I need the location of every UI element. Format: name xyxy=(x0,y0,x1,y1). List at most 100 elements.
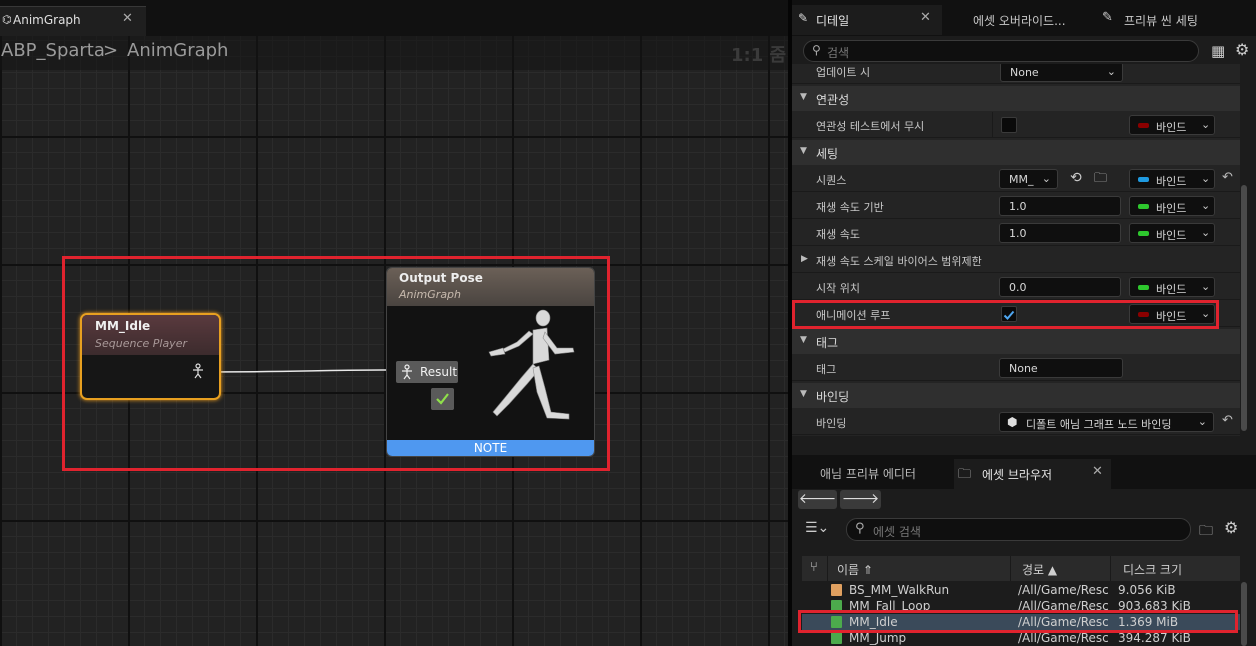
chevron-down-icon: ▼ xyxy=(800,389,807,399)
bind-dropdown[interactable]: 바인드 ⌄ xyxy=(1129,115,1215,135)
bind-dropdown[interactable]: 바인드 ⌄ xyxy=(1129,223,1215,243)
chevron-down-icon: ⌄ xyxy=(1201,199,1211,212)
column-path[interactable]: 경로 ▲ xyxy=(1022,561,1057,578)
asset-search-input[interactable]: ⚲ 에셋 검색 xyxy=(846,518,1191,541)
update-dropdown[interactable]: None ⌄ xyxy=(1000,64,1123,82)
loop-animation-checkbox[interactable] xyxy=(1001,306,1017,322)
source-tree-icon[interactable]: ⑂ xyxy=(810,560,818,575)
asset-path: /All/Game/Resc xyxy=(1018,631,1109,645)
tab-content-browser-label: 에셋 브라우저 xyxy=(982,468,1053,482)
anim-graph-panel: ⌬ AnimGraph ✕ ABP_Sparta > AnimGraph 1:1… xyxy=(0,0,788,646)
bind-label: 바인드 xyxy=(1156,283,1187,296)
asset-row[interactable]: MM_Fall_Loop /All/Game/Resc 903.683 KiB xyxy=(802,598,1240,614)
play-rate-field[interactable]: 1.0 xyxy=(999,223,1121,243)
bind-dropdown[interactable]: 바인드 ⌄ xyxy=(1129,196,1215,216)
asset-path: /All/Game/Resc xyxy=(1018,583,1109,597)
editor-window: ⌬ AnimGraph ✕ ABP_Sparta > AnimGraph 1:1… xyxy=(0,0,1256,646)
tab-anim-preview-editor[interactable]: 애님 프리뷰 에디터 xyxy=(820,465,916,482)
node-subtitle: AnimGraph xyxy=(399,288,462,301)
reset-arrow-icon[interactable]: ↶ xyxy=(1222,413,1233,428)
property-row: 재생 속도 1.0 바인드 ⌄ xyxy=(792,220,1240,246)
gear-icon[interactable]: ⚙ xyxy=(1235,40,1249,59)
tab-content-browser[interactable]: 🗀 에셋 브라우저 ✕ xyxy=(954,459,1111,489)
details-scrollbar[interactable] xyxy=(1241,185,1247,431)
details-search-input[interactable]: ⚲ 검색 xyxy=(803,40,1199,62)
ignore-relevancy-checkbox[interactable] xyxy=(1001,117,1017,133)
sort-icon: ⇑ xyxy=(862,563,873,577)
column-name[interactable]: 이름 ⇑ xyxy=(837,561,873,578)
tab-animgraph[interactable]: ⌬ AnimGraph ✕ xyxy=(0,6,146,36)
category-settings[interactable]: ▼ 세팅 xyxy=(792,140,1240,165)
pose-pin-icon[interactable] xyxy=(190,363,206,379)
column-divider xyxy=(1110,556,1111,581)
bind-dropdown[interactable]: 바인드 ⌄ xyxy=(1129,277,1215,297)
node-title: Output Pose xyxy=(399,271,483,285)
asset-scrollbar[interactable] xyxy=(1241,582,1247,646)
asset-tab-bar: 애님 프리뷰 에디터 🗀 에셋 브라우저 ✕ xyxy=(792,455,1256,489)
chevron-down-icon: ▼ xyxy=(800,146,807,156)
property-name: 애니메이션 루프 xyxy=(816,309,891,322)
graph-icon: ⌬ xyxy=(2,13,12,26)
property-row: 태그 None xyxy=(792,355,1240,381)
chevron-down-icon: ⌄ xyxy=(1201,172,1211,185)
bind-color-dot xyxy=(1138,312,1149,317)
asset-row[interactable]: BS_MM_WalkRun /All/Game/Resc 9.056 KiB xyxy=(802,582,1240,598)
tab-preview-scene[interactable]: ✎ 프리뷰 씬 세팅 xyxy=(1102,5,1252,35)
use-selected-icon[interactable]: ⟲ xyxy=(1070,170,1082,186)
node-subtitle: Sequence Player xyxy=(95,337,187,350)
browse-folder-icon[interactable]: 🗀 xyxy=(1094,169,1107,191)
folder-icon[interactable]: 🗀 xyxy=(1199,520,1213,544)
close-icon[interactable]: ✕ xyxy=(1092,464,1103,479)
node-title: MM_Idle xyxy=(95,319,151,333)
breadcrumb-root[interactable]: ABP_Sparta xyxy=(1,40,105,61)
breadcrumb: ABP_Sparta > AnimGraph 1:1 줌 xyxy=(0,36,788,70)
tab-details[interactable]: ✎ 디테일 ✕ xyxy=(792,5,942,35)
sort-icon: ▲ xyxy=(1047,563,1058,577)
category-binding[interactable]: ▼ 바인딩 xyxy=(792,383,1240,408)
output-pose-node[interactable]: Output Pose AnimGraph Result NOTE xyxy=(386,267,595,457)
chevron-right-icon[interactable]: ▶ xyxy=(801,254,808,264)
property-row: 시작 위치 0.0 바인드 ⌄ xyxy=(792,274,1240,300)
breadcrumb-current[interactable]: AnimGraph xyxy=(127,40,228,61)
breadcrumb-separator: > xyxy=(103,40,119,61)
tab-details-label: 디테일 xyxy=(816,14,850,28)
category-label: 세팅 xyxy=(816,147,839,161)
asset-row[interactable]: MM_Jump /All/Game/Resc 394.287 KiB xyxy=(802,630,1240,646)
forward-button[interactable]: 🡒 xyxy=(840,490,881,509)
binding-type-dropdown[interactable]: ⬢ 디폴트 애님 그래프 노드 바인딩 ⌄ xyxy=(999,412,1214,432)
sequence-asset-dropdown[interactable]: MM_ ⌄ xyxy=(999,169,1058,189)
column-name-label: 이름 xyxy=(837,563,860,577)
property-row: 연관성 테스트에서 무시 바인드 ⌄ xyxy=(792,112,1240,138)
gear-icon[interactable]: ⚙ xyxy=(1224,518,1238,537)
search-icon: ⚲ xyxy=(855,521,865,536)
back-button[interactable]: 🡐 xyxy=(798,490,837,509)
tab-asset-override[interactable]: 에셋 오버라이드... xyxy=(973,5,1083,35)
play-rate-basis-field[interactable]: 1.0 xyxy=(999,196,1121,216)
tag-field[interactable]: None xyxy=(999,358,1123,378)
bind-dropdown[interactable]: 바인드 ⌄ xyxy=(1129,169,1215,189)
table-view-icon[interactable]: ▦ xyxy=(1211,42,1225,60)
category-tag[interactable]: ▼ 태그 xyxy=(792,329,1240,354)
asset-path: /All/Game/Resc xyxy=(1018,615,1109,629)
category-relevancy[interactable]: ▼ 연관성 xyxy=(792,86,1240,111)
chevron-down-icon: ⌄ xyxy=(1041,172,1051,185)
filter-icon[interactable]: ☰⌄ xyxy=(805,520,829,536)
field-value: 0.0 xyxy=(1009,281,1027,294)
sequence-player-node[interactable]: MM_Idle Sequence Player xyxy=(80,313,221,400)
start-position-field[interactable]: 0.0 xyxy=(999,277,1121,297)
search-placeholder: 검색 xyxy=(827,46,850,60)
anim-sequence-icon xyxy=(831,632,842,644)
bind-dropdown[interactable]: 바인드 ⌄ xyxy=(1129,304,1215,324)
chevron-down-icon: ⌄ xyxy=(1201,307,1211,320)
close-icon[interactable]: ✕ xyxy=(920,10,931,25)
reset-arrow-icon[interactable]: ↶ xyxy=(1222,170,1233,185)
close-icon[interactable]: ✕ xyxy=(122,11,133,26)
checkmark-icon xyxy=(431,388,454,410)
asset-row-selected[interactable]: MM_Idle /All/Game/Resc 1.369 MiB xyxy=(802,614,1240,630)
column-size[interactable]: 디스크 크기 xyxy=(1123,561,1182,578)
graph-tab-bar: ⌬ AnimGraph ✕ xyxy=(0,0,788,36)
property-row[interactable]: ▶ 재생 속도 스케일 바이어스 범위제한 xyxy=(792,247,1240,273)
asset-size: 1.369 MiB xyxy=(1118,615,1179,629)
field-value: None xyxy=(1009,362,1038,375)
result-pin[interactable]: Result xyxy=(396,361,458,383)
